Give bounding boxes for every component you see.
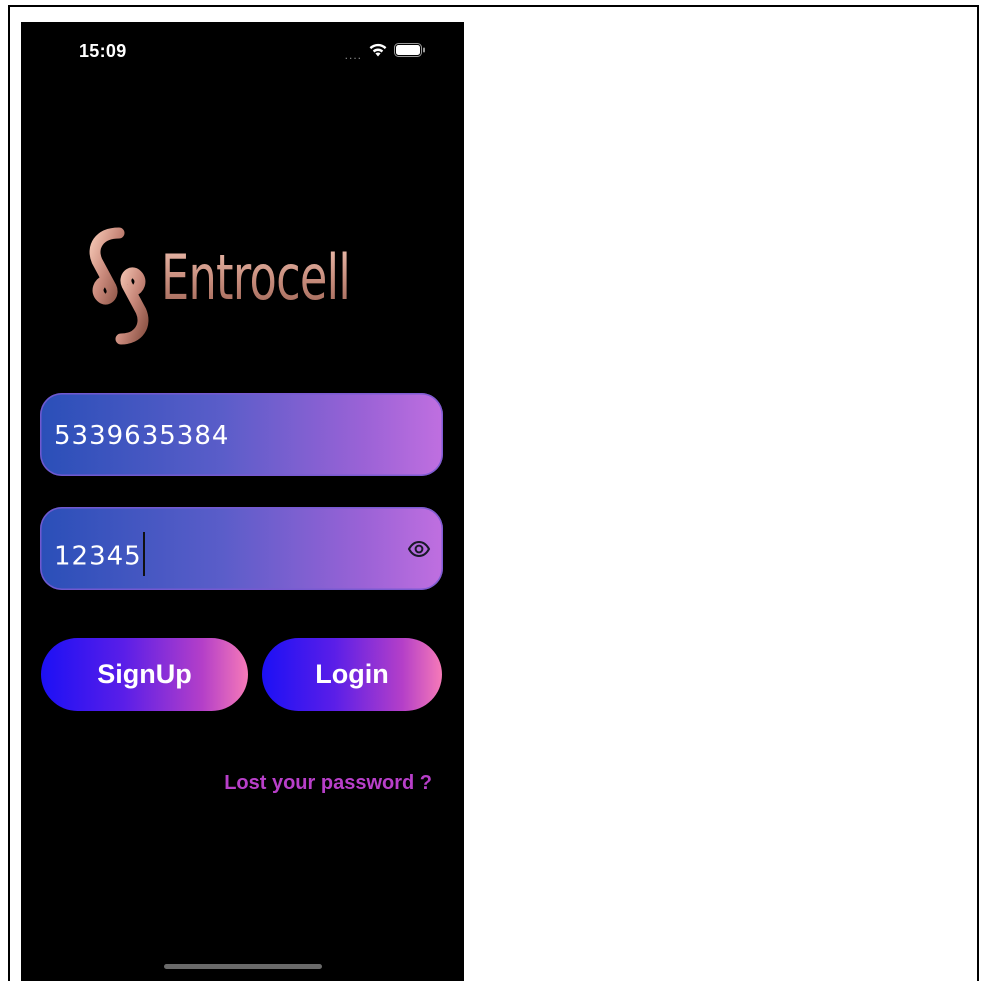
password-input[interactable]: 12345	[40, 507, 443, 590]
phone-input[interactable]: 5339635384	[40, 393, 443, 476]
login-button[interactable]: Login	[262, 638, 442, 711]
wifi-icon	[368, 42, 388, 63]
eye-icon[interactable]	[407, 537, 431, 561]
text-caret	[142, 532, 145, 576]
home-indicator[interactable]	[164, 964, 322, 969]
password-input-value: 12345	[54, 532, 145, 579]
brand-logo: Entrocell	[83, 227, 403, 347]
signup-button[interactable]: SignUp	[41, 638, 248, 711]
status-time: 15:09	[79, 41, 127, 61]
lost-password-link[interactable]: Lost your password ?	[224, 772, 432, 795]
phone-screen: 15:09 .... Entrocell 5339635384 12345 Si…	[21, 22, 464, 981]
brand-name: Entrocell	[161, 241, 351, 314]
signal-icon: ....	[344, 47, 362, 62]
password-text: 12345	[54, 541, 142, 572]
entrocell-logo-mark-icon	[89, 227, 149, 345]
phone-input-value: 5339635384	[54, 421, 230, 451]
status-icons: ....	[345, 42, 426, 63]
battery-icon	[394, 43, 426, 62]
